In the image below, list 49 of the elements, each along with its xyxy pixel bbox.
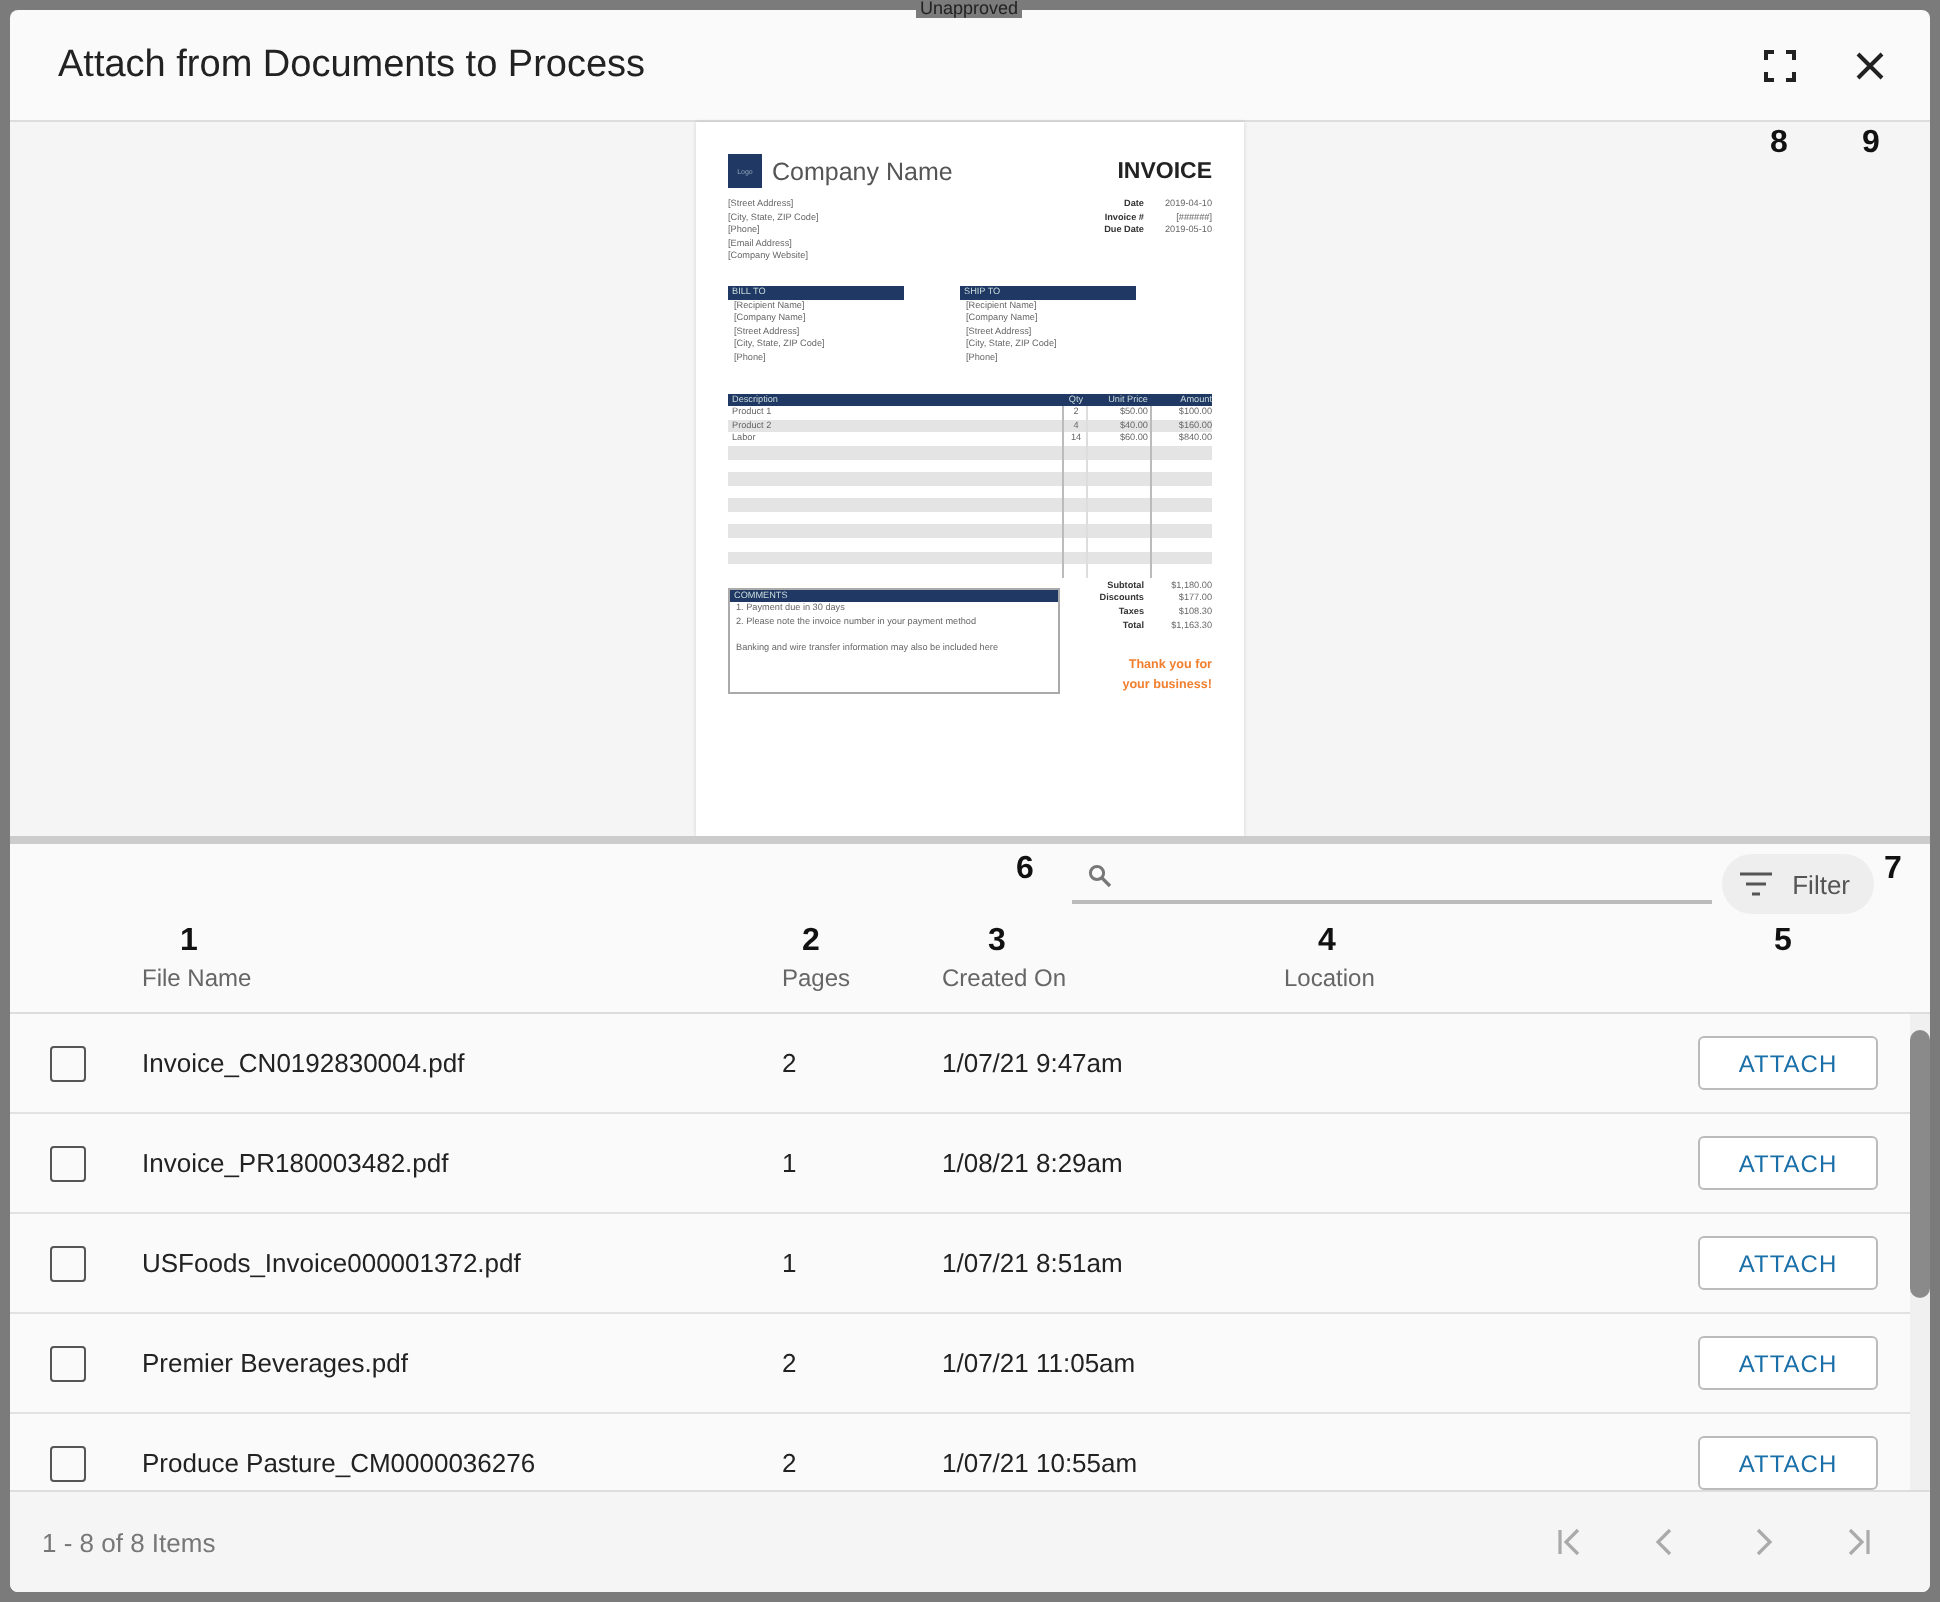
file-name-cell-text: Invoice_PR180003482.pdf [142,1148,451,1178]
attach-button[interactable]: ATTACH [1698,1136,1878,1190]
created-on-cell-text: 1/07/21 11:05am [942,1348,1138,1378]
invoice-title: INVOICE [1117,159,1212,183]
file-name-cell-text: Produce Pasture_CM0000036276 [142,1448,538,1478]
checkbox[interactable] [50,1345,86,1381]
file-name-cell-text: Invoice_CN0192830004.pdf [142,1048,467,1078]
created-on-cell-text: 1/07/21 10:55am [942,1448,1140,1478]
close-icon[interactable] [1854,49,1886,81]
fullscreen-icon[interactable] [1764,49,1796,81]
annotation-number: 3 [988,924,1006,960]
attach-button[interactable]: ATTACH [1698,1336,1878,1390]
created-on-cell-text: 1/08/21 8:29am [942,1148,1125,1178]
checkbox[interactable] [50,1245,86,1281]
company-name: Company Name [772,157,953,185]
annotation-number: 5 [1774,924,1792,960]
column-header[interactable]: File Name [142,964,782,992]
annotation-number: 6 [1016,852,1034,888]
pages-cell-text: 1 [782,1148,799,1178]
column-header[interactable]: Created On [942,964,1284,992]
column-header[interactable]: Location [1284,964,1710,992]
checkbox[interactable] [50,1145,86,1181]
pages-cell-text: 2 [782,1448,799,1478]
annotation-number: 8 [1770,126,1788,162]
attach-button[interactable]: ATTACH [1698,1236,1878,1290]
attach-button[interactable]: ATTACH [1698,1036,1878,1090]
annotation-number: 9 [1862,126,1880,162]
pages-cell-text: 2 [782,1048,799,1078]
dialog-title: Attach from Documents to Process [58,43,646,87]
pagination-summary: 1 - 8 of 8 Items [42,1527,216,1557]
created-on-cell-text: 1/07/21 9:47am [942,1048,1125,1078]
annotation-number: 2 [802,924,820,960]
annotation-number: 4 [1318,924,1336,960]
annotation-number: 1 [180,924,198,960]
filter-icon [1738,872,1775,896]
checkbox[interactable] [50,1445,86,1481]
search-icon [1088,864,1113,888]
file-name-cell-text: Premier Beverages.pdf [142,1348,410,1378]
annotation-number: 7 [1884,852,1902,888]
created-on-cell-text: 1/07/21 8:51am [942,1248,1125,1278]
filter-button[interactable]: Filter [1722,854,1874,914]
status-text: Unapproved [916,0,1023,18]
checkbox[interactable] [50,1045,86,1081]
file-name-cell-text: USFoods_Invoice000001372.pdf [142,1248,523,1278]
pages-cell-text: 2 [782,1348,799,1378]
pages-cell-text: 1 [782,1248,799,1278]
attach-button[interactable]: ATTACH [1698,1436,1878,1490]
scrollbar-thumb[interactable] [1910,1030,1930,1298]
column-header[interactable]: Pages [782,964,942,992]
